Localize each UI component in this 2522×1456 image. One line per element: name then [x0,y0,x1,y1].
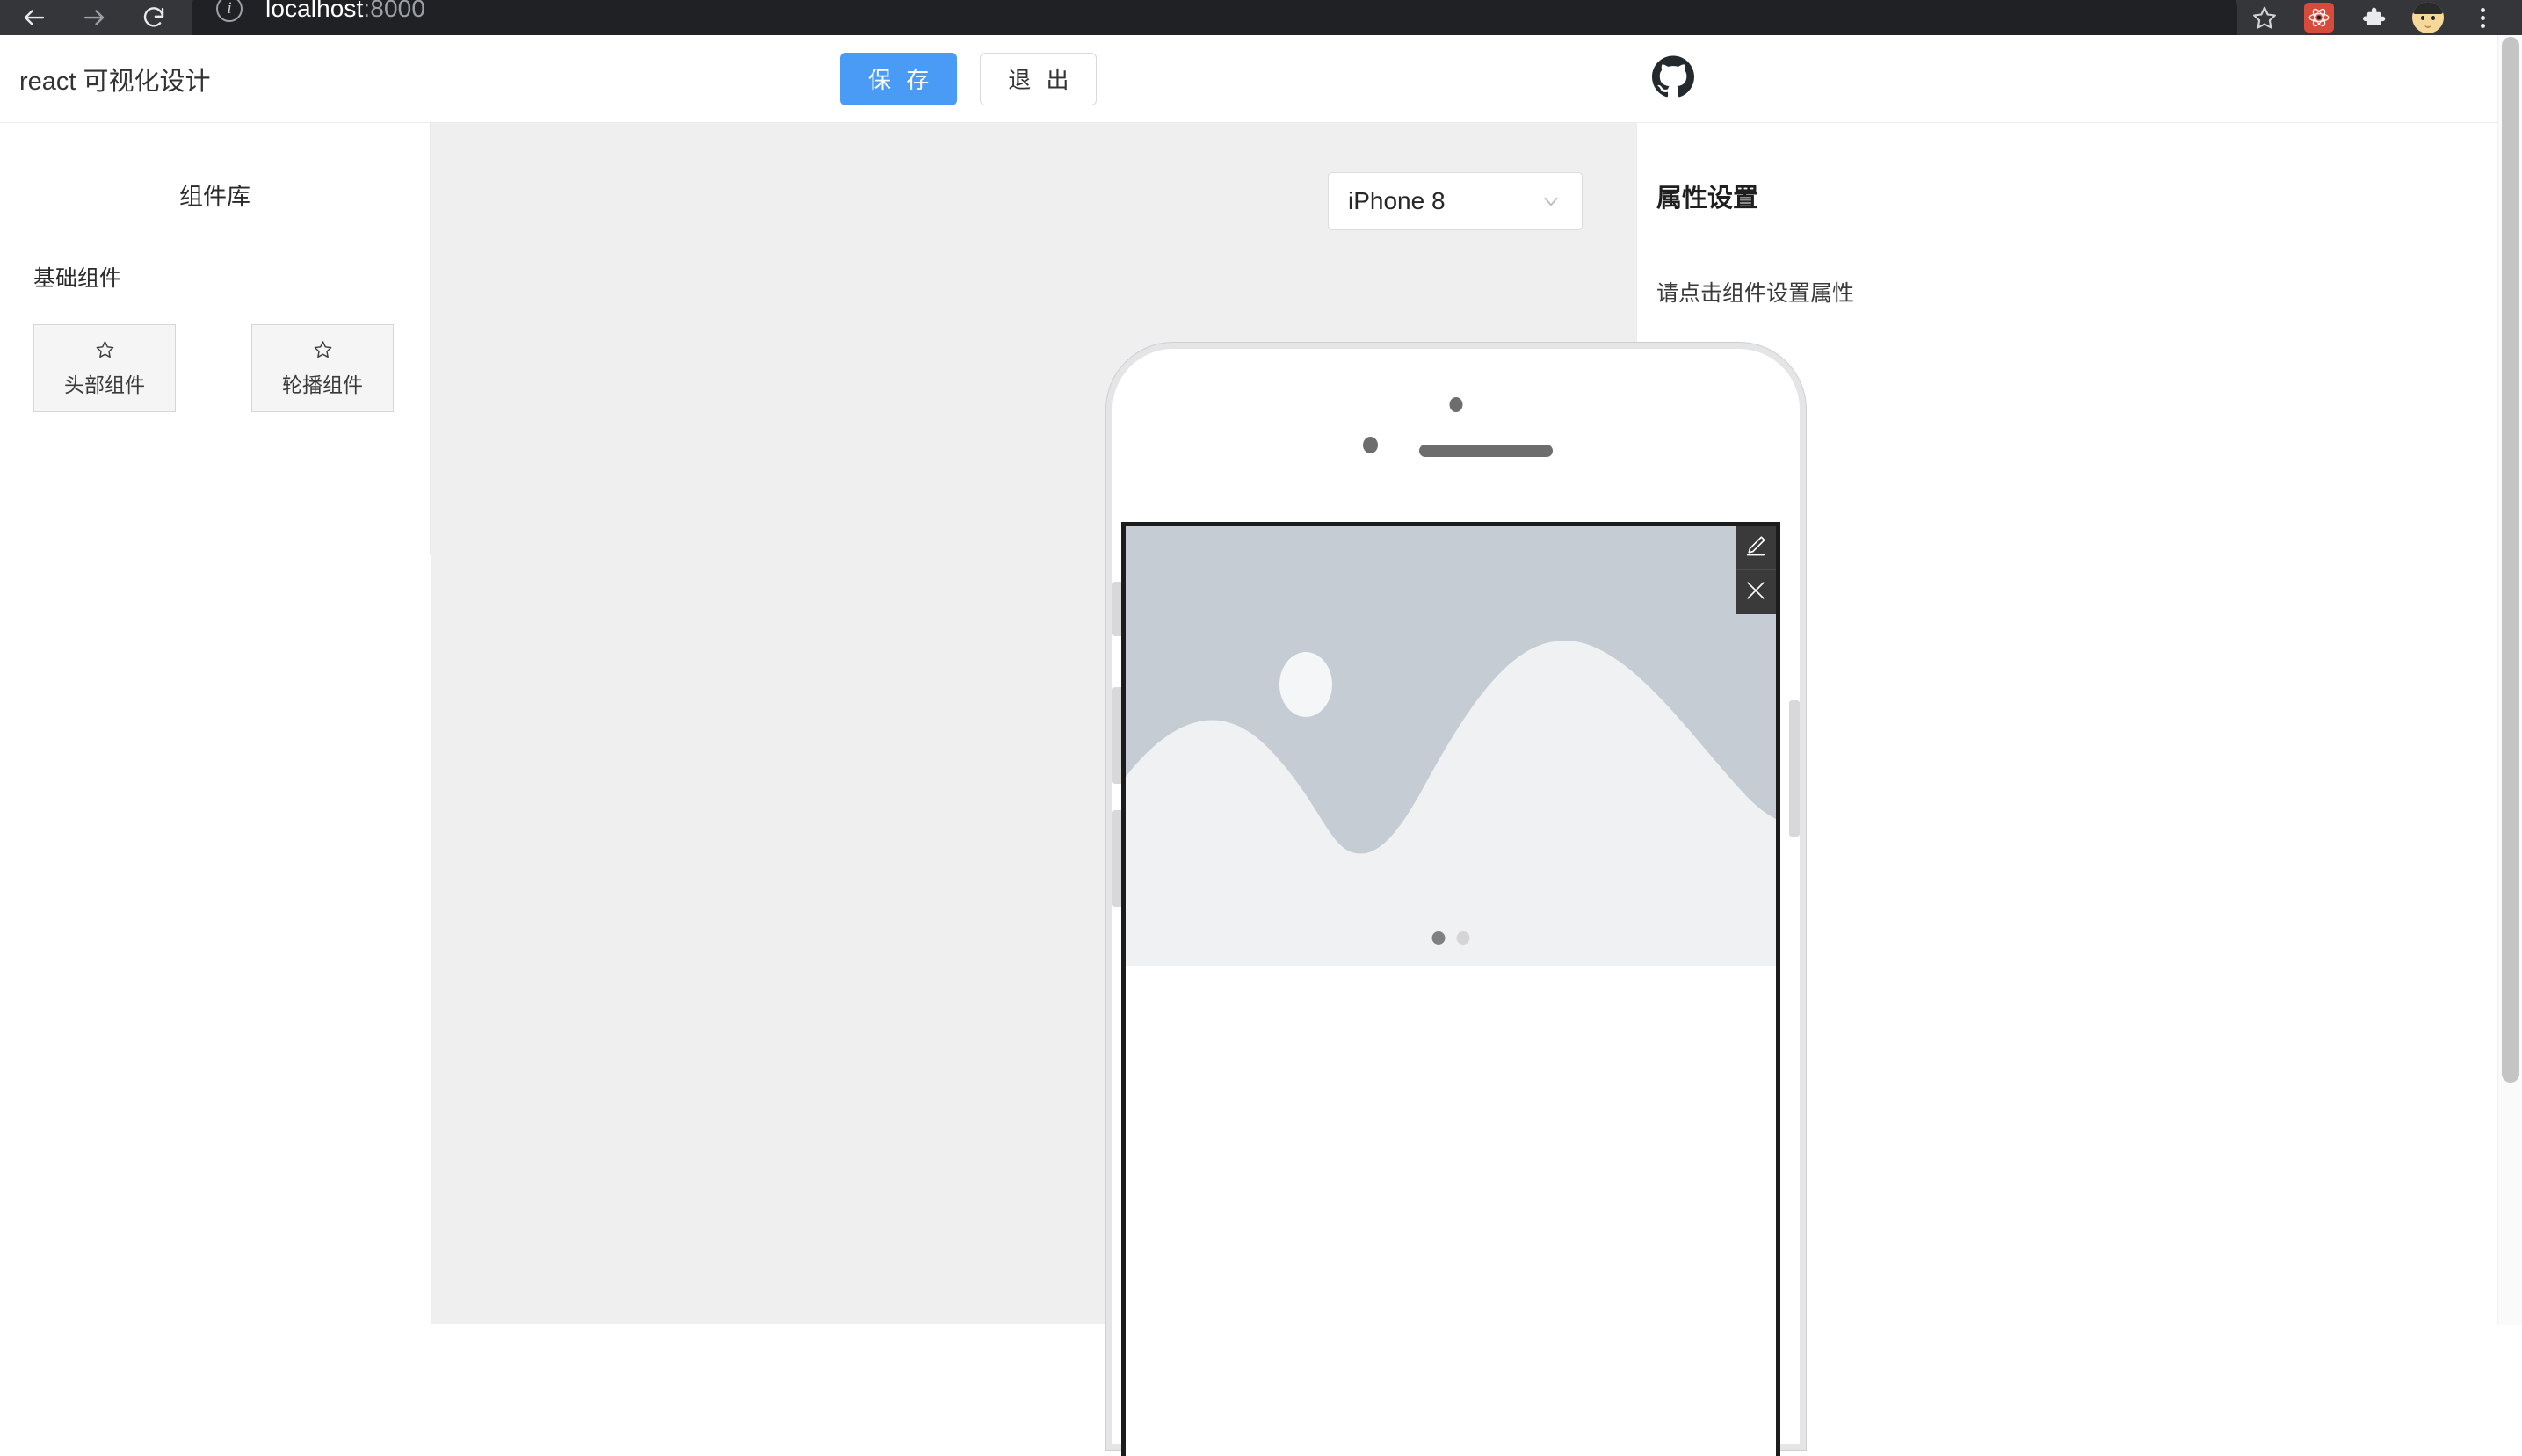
carousel-dot-active[interactable] [1431,931,1446,945]
browser-actions [2237,0,2522,35]
carousel-dot-inactive[interactable] [1456,931,1470,945]
carousel-dots [1431,931,1470,945]
page-title: react 可视化设计 [19,67,211,96]
component-card-carousel[interactable]: 轮播组件 [251,324,394,412]
close-x-icon [1743,578,1768,607]
properties-panel-hint: 请点击组件设置属性 [1656,281,1855,306]
url-text: localhost:8000 [265,0,425,22]
site-info-icon[interactable]: i [216,0,243,22]
workspace: 组件库 基础组件 头部组件 轮播组件 iPhone 8 属性设置 请点击组件设置… [0,123,2522,1456]
delete-widget-button[interactable] [1736,570,1776,614]
device-select[interactable]: iPhone 8 [1328,172,1583,230]
component-card-header[interactable]: 头部组件 [33,324,176,412]
phone-frame [1106,343,1806,1456]
browser-nav-buttons [0,3,169,33]
pencil-edit-icon [1743,533,1768,562]
star-outline-icon [313,339,333,359]
widget-action-toolbar [1736,526,1776,614]
widget-carousel[interactable] [1126,526,1776,966]
component-section-label: 基础组件 [33,266,122,291]
forward-icon[interactable] [79,3,109,33]
back-icon[interactable] [19,3,49,33]
app-header: react 可视化设计 保 存 退 出 [0,35,2522,123]
properties-panel-title: 属性设置 [1656,185,1759,213]
github-icon[interactable] [1652,55,1694,102]
browser-menu-icon[interactable] [2455,0,2510,35]
edit-widget-button[interactable] [1736,526,1776,570]
page-scrollbar[interactable] [2497,35,2522,1325]
camera-dot-icon [1449,397,1463,412]
react-devtools-extension-icon[interactable] [2292,0,2346,35]
exit-button[interactable]: 退 出 [980,52,1098,105]
component-card-label: 头部组件 [64,373,145,396]
avatar [2412,2,2444,33]
scrollbar-thumb[interactable] [2502,37,2519,1083]
device-preview [1087,343,1825,1456]
bookmark-star-icon[interactable] [2237,0,2292,35]
phone-power-button [1789,700,1800,837]
design-canvas: iPhone 8 [431,123,1806,1456]
sensor-dot-icon [1363,437,1378,453]
reload-icon[interactable] [139,3,169,33]
component-library-title: 组件库 [179,184,250,210]
component-card-label: 轮播组件 [282,373,363,396]
browser-toolbar: i localhost:8000 [0,0,2522,35]
speaker-grille-icon [1419,445,1553,457]
star-outline-icon [95,339,115,359]
puzzle-piece-icon[interactable] [2346,0,2401,35]
address-bar[interactable]: i localhost:8000 [192,0,2237,35]
device-select-value: iPhone 8 [1348,187,1446,214]
profile-avatar-icon[interactable] [2401,0,2455,35]
chevron-down-icon [1540,190,1562,213]
save-button[interactable]: 保 存 [840,52,958,105]
carousel-placeholder-image [1126,526,1776,966]
component-library-panel: 组件库 基础组件 头部组件 轮播组件 [0,123,431,554]
component-card-grid: 头部组件 轮播组件 [33,324,430,412]
header-actions: 保 存 退 出 [840,52,1098,105]
page-content: react 可视化设计 保 存 退 出 组件库 基础组件 头部组件 轮播组件 i… [0,35,2522,1456]
phone-screen [1121,522,1780,1456]
